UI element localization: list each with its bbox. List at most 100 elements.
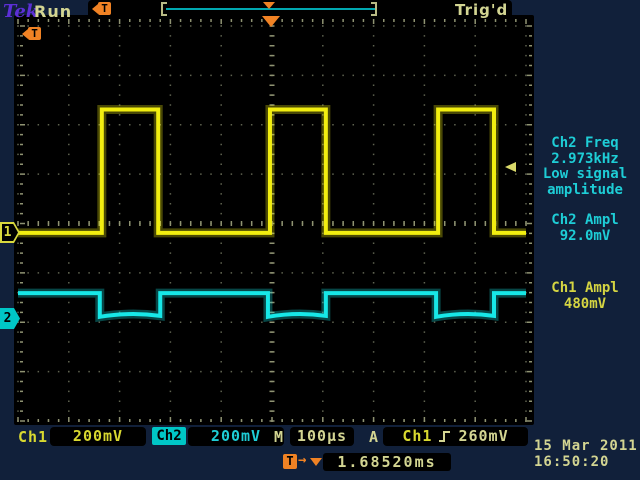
grid-dot xyxy=(17,252,19,254)
horizontal-position-readout: 1.68520ms xyxy=(323,453,451,471)
grid-dot xyxy=(525,65,527,67)
center-axis-tick xyxy=(210,221,212,226)
trigger-t-icon: T xyxy=(98,2,111,15)
grid-dot xyxy=(322,35,324,37)
grid-dot xyxy=(149,25,151,27)
grid-dot xyxy=(170,410,172,412)
grid-dot xyxy=(220,94,222,96)
top-ruler-tick xyxy=(109,19,111,22)
left-ruler-tick xyxy=(20,410,23,412)
left-ruler-tick xyxy=(20,252,23,254)
grid-dot xyxy=(159,25,161,27)
grid-dot xyxy=(17,144,19,146)
grid-dot xyxy=(170,193,172,195)
left-ruler-tick xyxy=(20,351,23,353)
timebase-label: M xyxy=(274,428,284,446)
grid-dot xyxy=(413,124,415,126)
grid-dot xyxy=(474,351,476,353)
grid-dot xyxy=(180,322,182,324)
grid-dot xyxy=(515,124,517,126)
grid-dot xyxy=(444,75,446,77)
grid-dot xyxy=(322,322,324,324)
left-ruler-tick xyxy=(20,420,25,422)
center-axis-tick xyxy=(270,341,275,343)
center-axis-tick xyxy=(270,262,275,264)
grid-dot xyxy=(220,252,222,254)
grid-dot xyxy=(474,322,476,324)
bottom-ruler-tick xyxy=(99,419,101,422)
grid-dot xyxy=(322,25,324,27)
bottom-ruler-tick xyxy=(68,417,70,422)
grid-dot xyxy=(109,272,111,274)
left-ruler-tick xyxy=(20,312,23,314)
grid-dot xyxy=(210,25,212,27)
grid-dot xyxy=(332,124,334,126)
grid-dot xyxy=(312,25,314,27)
left-ruler-tick xyxy=(20,381,23,383)
grid-dot xyxy=(170,164,172,166)
grid-dot xyxy=(68,65,70,67)
grid-dot xyxy=(251,124,253,126)
bottom-ruler-tick xyxy=(444,419,446,422)
grid-dot xyxy=(485,124,487,126)
grid-dot xyxy=(17,302,19,304)
grid-dot xyxy=(383,371,385,373)
grid-dot xyxy=(180,25,182,27)
grid-dot xyxy=(403,272,405,274)
grid-dot xyxy=(464,75,466,77)
grid-dot xyxy=(525,193,527,195)
top-ruler-tick xyxy=(88,19,90,22)
grid-dot xyxy=(332,272,334,274)
grid-dot xyxy=(119,401,121,403)
center-axis-tick xyxy=(48,221,50,226)
grid-dot xyxy=(180,371,182,373)
bottom-ruler-tick xyxy=(332,419,334,422)
bottom-ruler-tick xyxy=(485,419,487,422)
bottom-ruler-tick xyxy=(88,419,90,422)
grid-dot xyxy=(353,272,355,274)
grid-dot xyxy=(373,341,375,343)
grid-dot xyxy=(200,25,202,27)
grid-dot xyxy=(474,35,476,37)
bottom-ruler-tick xyxy=(210,419,212,422)
grid-dot xyxy=(322,371,324,373)
bottom-ruler-tick xyxy=(434,419,436,422)
grid-dot xyxy=(292,25,294,27)
bottom-ruler-tick xyxy=(180,419,182,422)
grid-dot xyxy=(220,371,222,373)
trigger-menu-label: A xyxy=(369,428,379,446)
center-axis-tick xyxy=(170,221,172,226)
grid-dot xyxy=(373,351,375,353)
grid-dot xyxy=(251,272,253,274)
measurement-label: Ch2 Freq xyxy=(530,136,640,152)
center-axis-tick xyxy=(261,221,263,226)
grid-dot xyxy=(373,65,375,67)
grid-dot xyxy=(88,322,90,324)
grid-dot xyxy=(261,173,263,175)
grid-dot xyxy=(505,25,507,27)
grid-dot xyxy=(332,75,334,77)
grid-dot xyxy=(170,243,172,245)
grid-dot xyxy=(68,183,70,185)
grid-dot xyxy=(119,85,121,87)
grid-dot xyxy=(424,114,426,116)
timebase-readout: 100µs xyxy=(290,427,354,446)
top-ruler-tick xyxy=(210,19,212,22)
grid-dot xyxy=(170,134,172,136)
grid-dot xyxy=(119,134,121,136)
center-axis-tick xyxy=(515,221,517,226)
tek-logo: Tek xyxy=(3,1,38,22)
left-ruler-tick xyxy=(20,75,25,77)
center-axis-tick xyxy=(270,85,275,87)
grid-dot xyxy=(505,124,507,126)
bottom-ruler-tick xyxy=(231,419,233,422)
center-axis-tick xyxy=(505,221,507,226)
grid-dot xyxy=(474,45,476,47)
top-ruler-tick xyxy=(139,19,141,22)
grid-dot xyxy=(119,193,121,195)
right-ruler-tick xyxy=(527,420,532,422)
grid-dot xyxy=(68,173,70,175)
right-ruler-tick xyxy=(529,94,532,96)
acquisition-status: Run xyxy=(34,2,72,21)
ch1-label: Ch1 xyxy=(18,428,48,446)
